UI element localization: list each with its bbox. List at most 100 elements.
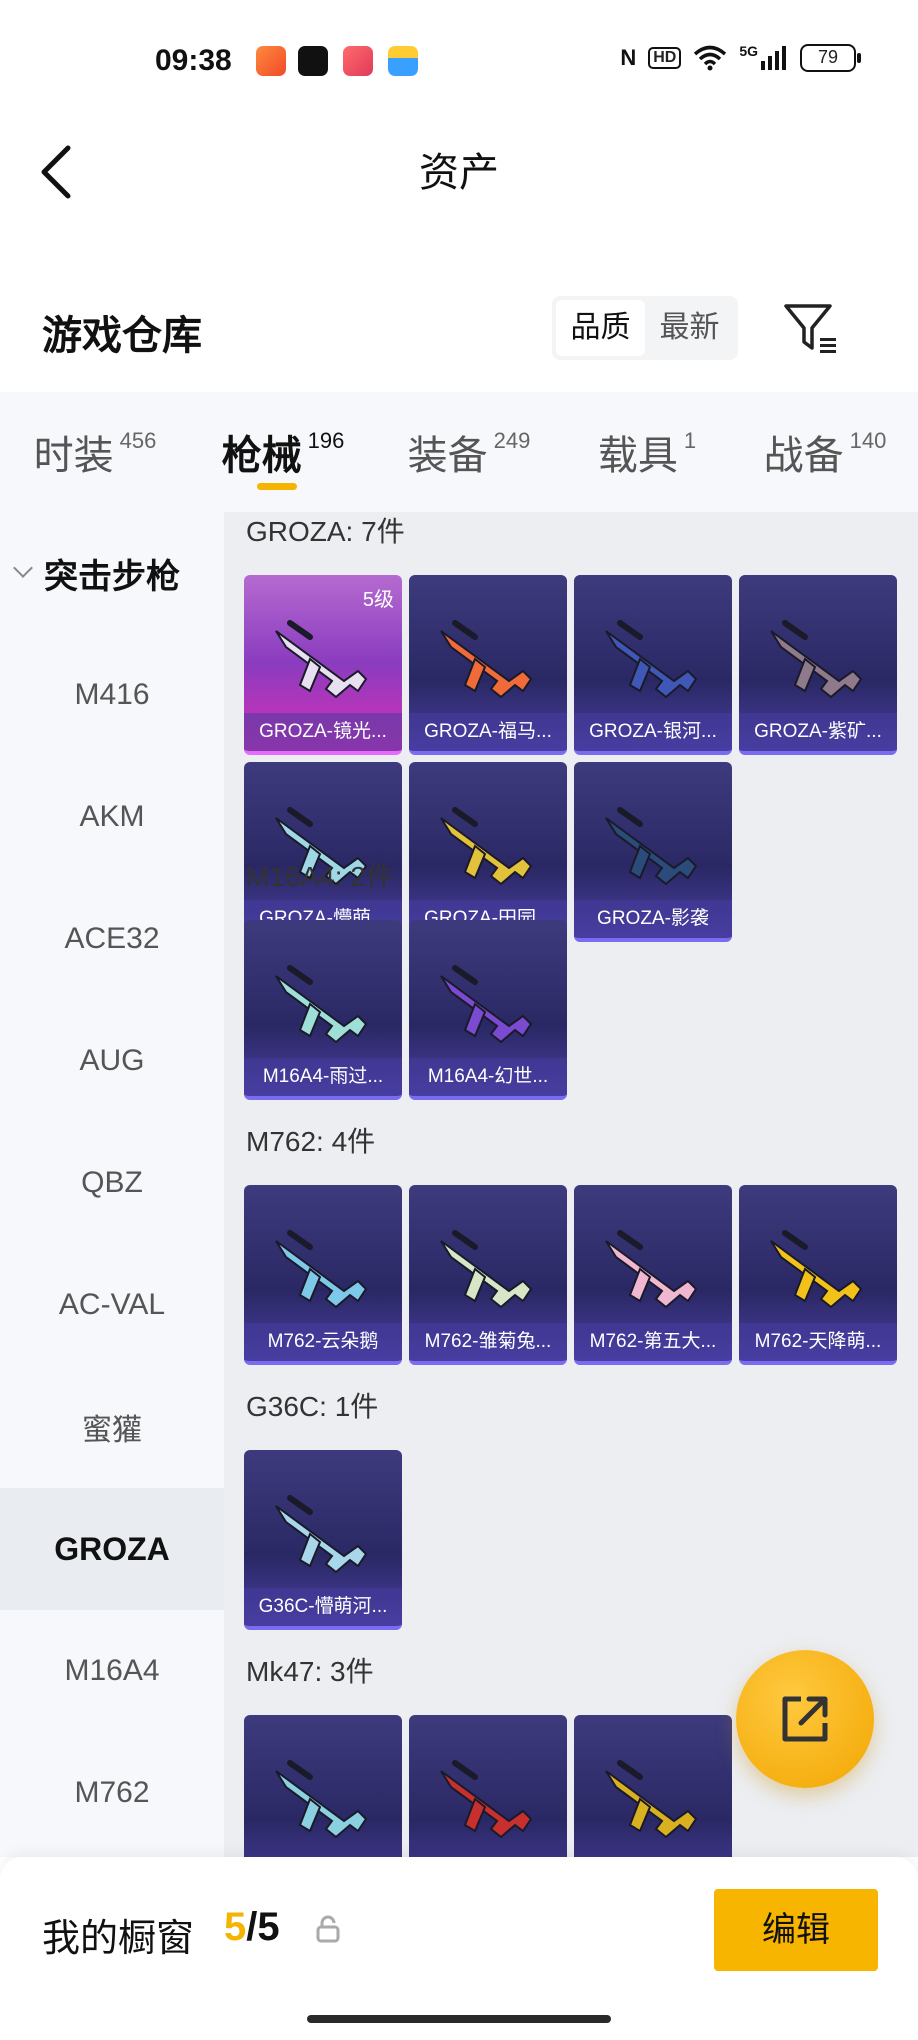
skin-name: M16A4-雨过... xyxy=(244,1058,402,1096)
skin-card[interactable]: M762-云朵鹅 xyxy=(244,1185,402,1365)
tab-supplies[interactable]: 战备 140 xyxy=(732,392,918,512)
sidebar-item-aug[interactable]: AUG xyxy=(0,1000,224,1122)
group-title: M762: 4件 xyxy=(246,1126,376,1157)
weapon-skin-icon xyxy=(770,620,863,699)
skin-card[interactable]: 5级 GROZA-镜光... xyxy=(244,575,402,755)
tab-count: 1 xyxy=(683,428,697,453)
tab-vehicles[interactable]: 载具 1 xyxy=(562,392,732,512)
group-title: GROZA: 7件 xyxy=(246,516,405,547)
weapon-type-sidebar: 突击步枪 M416 AKM ACE32 AUG QBZ AC-VAL 蜜獾 GR… xyxy=(0,512,224,1857)
sidebar-item-ace32[interactable]: ACE32 xyxy=(0,878,224,1000)
sidebar-group-label: 突击步枪 xyxy=(44,557,180,596)
sort-toggle: 品质 最新 xyxy=(552,296,738,360)
skin-name: M762-云朵鹅 xyxy=(244,1323,402,1361)
sidebar-item-m762[interactable]: M762 xyxy=(0,1732,224,1854)
tab-label: 战备 xyxy=(763,434,844,478)
filter-button[interactable] xyxy=(780,298,840,358)
weapon-skin-icon xyxy=(275,965,368,1044)
tab-count: 456 xyxy=(119,428,157,453)
skin-level: 5级 xyxy=(362,589,394,611)
sidebar-group-assault-rifle[interactable]: 突击步枪 xyxy=(0,512,224,634)
share-external-icon xyxy=(782,1696,828,1742)
tab-weapons[interactable]: 枪械 196 xyxy=(190,392,376,512)
skin-card[interactable]: GROZA-田园... xyxy=(409,762,567,942)
wallet-app-icon xyxy=(388,46,418,76)
skin-name: G36C-懵萌河... xyxy=(244,1588,402,1626)
skin-name: M762-天降萌... xyxy=(739,1323,897,1361)
showcase-count: 5/5 xyxy=(224,1905,280,1950)
weapon-skin-icon xyxy=(275,1495,368,1574)
tab-count: 249 xyxy=(493,428,531,453)
sidebar-item-m416[interactable]: M416 xyxy=(0,634,224,756)
sidebar-item-akm[interactable]: AKM xyxy=(0,756,224,878)
skin-card[interactable]: GROZA-懵萌... xyxy=(244,762,402,942)
weapon-skin-icon xyxy=(440,807,533,886)
edit-button[interactable]: 编辑 xyxy=(714,1889,878,1971)
skin-name: GROZA-银河... xyxy=(574,713,732,751)
skin-name: GROZA-紫矿... xyxy=(739,713,897,751)
showcase-current: 5 xyxy=(224,1905,247,1949)
sort-by-quality[interactable]: 品质 xyxy=(556,300,645,356)
warehouse-title: 游戏仓库 xyxy=(42,314,202,358)
skin-name: GROZA-福马... xyxy=(409,713,567,751)
skin-card[interactable]: GROZA-福马... xyxy=(409,575,567,755)
home-indicator xyxy=(307,2015,611,2023)
app-header: 资产 xyxy=(0,120,918,210)
skin-card[interactable] xyxy=(244,1715,402,1857)
sidebar-item-ac-val[interactable]: AC-VAL xyxy=(0,1244,224,1366)
weapon-skin-icon xyxy=(440,1230,533,1309)
page-title: 资产 xyxy=(419,151,499,195)
video-app-icon xyxy=(343,46,373,76)
skin-card[interactable]: M16A4-雨过... xyxy=(244,920,402,1100)
share-button[interactable] xyxy=(736,1650,874,1788)
app-orange-icon xyxy=(256,46,286,76)
sidebar-item-m16a4[interactable]: M16A4 xyxy=(0,1610,224,1732)
showcase-max: 5 xyxy=(257,1905,280,1949)
skin-name: GROZA-镜光... xyxy=(244,713,402,751)
battery-indicator: 79 xyxy=(800,44,861,72)
skin-card[interactable]: M762-天降萌... xyxy=(739,1185,897,1365)
showcase-bar: 我的橱窗 5/5 编辑 xyxy=(0,1857,918,2040)
wifi-icon xyxy=(694,45,727,71)
hd-icon: HD xyxy=(648,47,682,69)
weapon-skin-icon xyxy=(275,1230,368,1309)
skin-card[interactable]: GROZA-紫矿... xyxy=(739,575,897,755)
sidebar-item-qbz[interactable]: QBZ xyxy=(0,1122,224,1244)
weapon-skin-icon xyxy=(605,1230,698,1309)
skin-card[interactable]: G36C-懵萌河... xyxy=(244,1450,402,1630)
skin-name: M16A4-幻世... xyxy=(409,1058,567,1096)
skin-card[interactable]: M762-雏菊兔... xyxy=(409,1185,567,1365)
sidebar-item-honey-badger[interactable]: 蜜獾 xyxy=(0,1366,224,1488)
tiktok-icon xyxy=(298,46,328,76)
weapon-skin-icon xyxy=(605,1760,698,1839)
weapon-skin-icon xyxy=(770,1230,863,1309)
skin-card[interactable]: M16A4-幻世... xyxy=(409,920,567,1100)
signal-label: 5G xyxy=(739,43,758,59)
skin-card[interactable]: GROZA-影袭 xyxy=(574,762,732,942)
category-tabs: 时装 456 枪械 196 装备 249 载具 1 战备 140 xyxy=(0,392,918,512)
skin-name: M762-第五大... xyxy=(574,1323,732,1361)
tab-label: 枪械 xyxy=(221,434,302,478)
skin-card[interactable] xyxy=(409,1715,567,1857)
group-title: M16A4: 2件 xyxy=(246,861,394,892)
tab-equipment[interactable]: 装备 249 xyxy=(376,392,562,512)
group-title: G36C: 1件 xyxy=(246,1391,379,1422)
skin-name: GROZA-影袭 xyxy=(574,900,732,938)
skin-card[interactable]: M762-第五大... xyxy=(574,1185,732,1365)
showcase-label: 我的橱窗 xyxy=(42,1918,195,1960)
sort-by-latest[interactable]: 最新 xyxy=(645,300,734,356)
weapon-skin-icon xyxy=(605,620,698,699)
skin-card[interactable]: GROZA-银河... xyxy=(574,575,732,755)
nfc-icon: N xyxy=(620,45,637,70)
tab-label: 装备 xyxy=(407,434,488,478)
tab-fashion[interactable]: 时装 456 xyxy=(0,392,190,512)
tab-label: 时装 xyxy=(33,434,114,478)
skin-card[interactable] xyxy=(574,1715,732,1857)
sidebar-item-groza[interactable]: GROZA xyxy=(0,1488,224,1610)
filter-icon xyxy=(784,304,836,353)
status-right: N HD 5G 79 xyxy=(620,43,861,72)
weapon-skin-icon xyxy=(440,620,533,699)
group-title: Mk47: 3件 xyxy=(246,1656,374,1687)
tab-count: 140 xyxy=(849,428,887,453)
signal-icon xyxy=(761,46,786,70)
